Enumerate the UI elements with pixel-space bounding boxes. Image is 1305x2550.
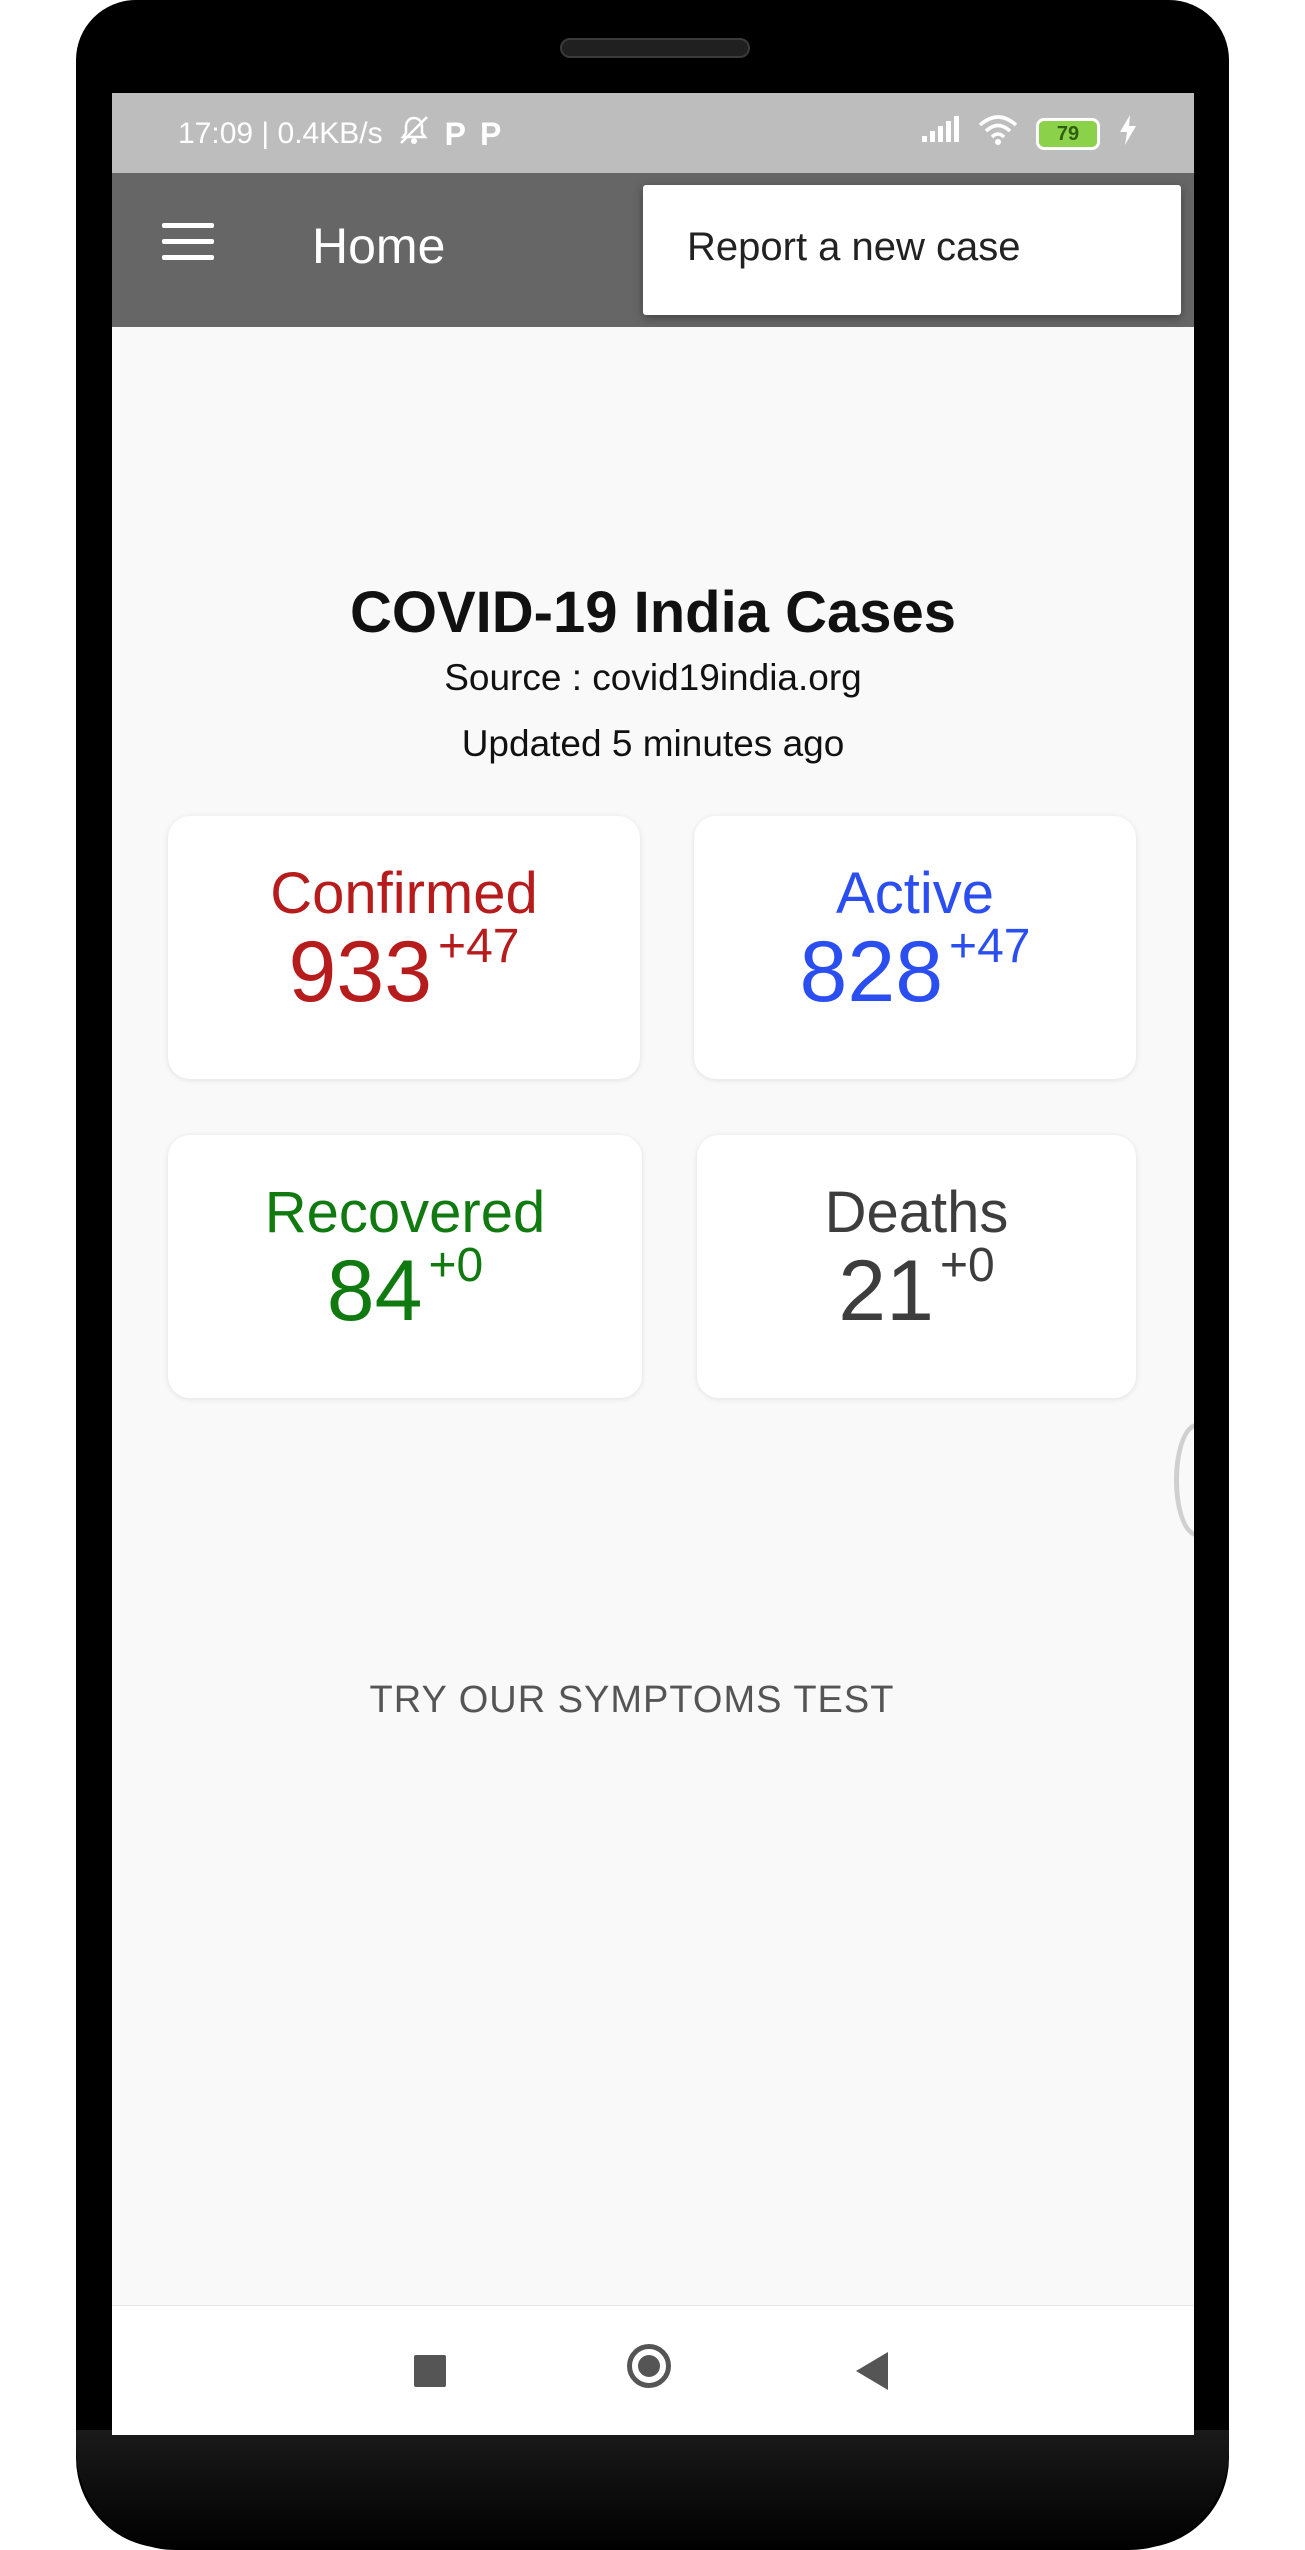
- source-text: Source : covid19india.org: [444, 657, 862, 698]
- deaths-delta: +0: [939, 1239, 995, 1292]
- back-triangle-icon[interactable]: [856, 2352, 888, 2390]
- status-bar: 17:09 | 0.4KB/s P P 79: [112, 93, 1194, 173]
- recovered-value: 84: [326, 1243, 423, 1339]
- confirmed-label: Confirmed: [270, 861, 538, 926]
- recovered-card: Recovered 84 +0: [168, 1135, 642, 1398]
- deaths-card: Deaths 21 +0: [697, 1135, 1136, 1398]
- signal-icon: [920, 116, 960, 152]
- overflow-menu: Report a new case: [643, 185, 1181, 315]
- cases-title: COVID-19 India Cases: [350, 580, 956, 645]
- screen: 17:09 | 0.4KB/s P P 79 Home Report a new…: [112, 93, 1194, 2435]
- p-badge-icon: P: [444, 115, 466, 152]
- confirmed-delta: +47: [438, 920, 520, 973]
- page-title: Home: [312, 218, 446, 274]
- edge-swipe-handle[interactable]: [1174, 1423, 1194, 1537]
- menu-item-report-new-case[interactable]: Report a new case: [687, 225, 1021, 270]
- p-badge-icon: P: [479, 115, 502, 152]
- status-time: 17:09 | 0.4KB/s: [178, 117, 383, 150]
- recovered-label: Recovered: [264, 1180, 546, 1245]
- active-card: Active 828 +47: [694, 816, 1136, 1079]
- wifi-icon: [978, 115, 1018, 153]
- deaths-value: 21: [838, 1243, 934, 1339]
- confirmed-value: 933: [288, 924, 433, 1020]
- active-label: Active: [836, 861, 994, 926]
- recovered-delta: +0: [428, 1239, 484, 1292]
- earpiece-speaker: [560, 38, 750, 58]
- home-circle-icon[interactable]: [627, 2344, 671, 2388]
- deaths-label: Deaths: [824, 1180, 1009, 1245]
- navigation-bar: [112, 2305, 1194, 2435]
- phone-bottom-bezel: [76, 2430, 1229, 2550]
- active-delta: +47: [949, 920, 1031, 973]
- battery-level: 79: [1056, 122, 1080, 145]
- mute-bell-icon: [397, 113, 431, 155]
- active-value: 828: [799, 924, 944, 1020]
- recents-square-icon[interactable]: [414, 2355, 446, 2387]
- updated-text: Updated 5 minutes ago: [461, 723, 845, 764]
- symptoms-test-button[interactable]: TRY OUR SYMPTOMS TEST: [112, 1679, 1152, 1722]
- confirmed-card: Confirmed 933 +47: [168, 816, 640, 1079]
- battery-icon: 79: [1036, 118, 1100, 150]
- hamburger-menu-icon[interactable]: [162, 223, 214, 263]
- charging-bolt-icon: [1118, 115, 1138, 153]
